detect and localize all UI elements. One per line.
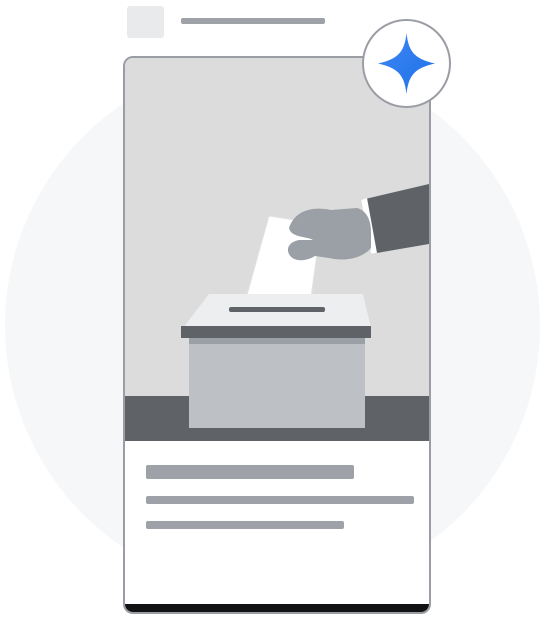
gemini-sparkle-icon: [378, 33, 435, 94]
card-text-line-placeholder: [146, 521, 344, 529]
hand-shape: [287, 208, 371, 261]
ballot-box-shadow: [189, 338, 365, 344]
ballot-box-body: [189, 338, 365, 428]
content-card[interactable]: [123, 56, 431, 614]
ballot-box-vote-icon: [125, 58, 429, 441]
card-bottom-bar: [125, 604, 429, 612]
ballot-box-lid-edge: [181, 326, 371, 338]
header-avatar-placeholder: [127, 6, 164, 38]
gemini-badge[interactable]: [362, 19, 451, 108]
stage: [0, 0, 541, 617]
card-title-placeholder: [146, 465, 354, 479]
card-text-line-placeholder: [146, 496, 414, 504]
header-text-placeholder: [181, 18, 325, 24]
ballot-box-slot: [229, 307, 325, 312]
